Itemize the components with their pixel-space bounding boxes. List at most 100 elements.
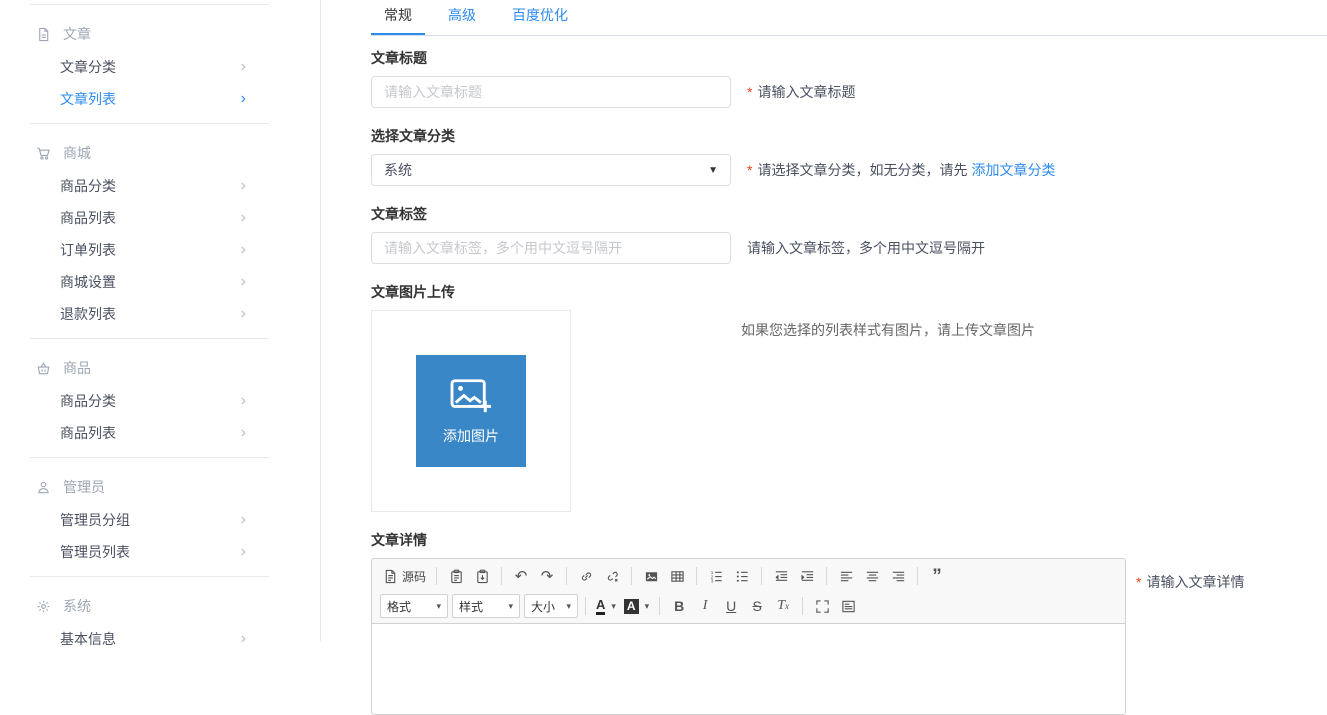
redo-button[interactable]: ↷ — [535, 564, 559, 588]
bulleted-list-button[interactable] — [730, 564, 754, 588]
article-category-hint: *请选择文章分类，如无分类，请先添加文章分类 — [747, 160, 1055, 180]
sidebar-section-mall: 商城 商品分类 › 商品列表 › 订单列表 › 商城设置 › 退款列表 › — [0, 124, 320, 338]
toolbar-separator — [802, 597, 803, 615]
caret-down-icon: ▾ — [611, 601, 616, 612]
toolbar-separator — [585, 597, 586, 615]
size-dropdown[interactable]: 大小 ▾ — [524, 594, 578, 618]
tab-baidu-seo[interactable]: 百度优化 — [499, 0, 581, 35]
chevron-right-icon: › — [241, 393, 246, 409]
basket-icon — [36, 361, 51, 376]
gear-icon — [36, 599, 51, 614]
show-blocks-button[interactable] — [836, 594, 860, 618]
indent-button[interactable] — [795, 564, 819, 588]
sidebar-section-admin: 管理员 管理员分组 › 管理员列表 › — [0, 458, 320, 576]
style-dropdown[interactable]: 样式 ▾ — [452, 594, 520, 618]
toolbar-separator — [659, 597, 660, 615]
chevron-right-icon: › — [241, 425, 246, 441]
image-upload-area[interactable]: 添加图片 — [371, 310, 571, 512]
required-asterisk: * — [747, 84, 752, 100]
background-color-button[interactable]: A ▾ — [621, 594, 652, 618]
toolbar-separator — [761, 567, 762, 585]
ordered-list-button[interactable]: 123 — [704, 564, 728, 588]
align-left-button[interactable] — [834, 564, 858, 588]
chevron-right-icon: › — [241, 274, 246, 290]
user-icon — [36, 480, 51, 495]
unlink-button[interactable] — [600, 564, 624, 588]
required-asterisk: * — [1136, 574, 1141, 590]
chevron-right-icon: › — [241, 210, 246, 226]
article-image-label: 文章图片上传 — [371, 282, 1327, 302]
sidebar-item-order-list[interactable]: 订单列表 › — [0, 234, 320, 266]
sidebar-section-system: 系统 基本信息 › — [0, 577, 320, 663]
insert-image-button[interactable] — [639, 564, 663, 588]
tab-general[interactable]: 常规 — [371, 0, 425, 35]
sidebar-item-product-list[interactable]: 商品列表 › — [0, 417, 320, 449]
toolbar-separator — [696, 567, 697, 585]
sidebar-item-article-category[interactable]: 文章分类 › — [0, 51, 320, 83]
chevron-right-icon: › — [241, 242, 246, 258]
italic-button[interactable]: I — [693, 594, 717, 618]
add-image-button[interactable]: 添加图片 — [416, 355, 526, 467]
sidebar-item-basic-info[interactable]: 基本信息 › — [0, 623, 320, 655]
category-select[interactable]: 系统 ▼ — [371, 154, 731, 186]
editor-toolbar-row-1: 源码 ↶ ↷ — [376, 561, 1121, 591]
sidebar-section-label: 系统 — [63, 596, 91, 616]
sidebar-section-article-header: 文章 — [0, 17, 320, 51]
sidebar-item-admin-list[interactable]: 管理员列表 › — [0, 536, 320, 568]
insert-table-button[interactable] — [665, 564, 689, 588]
remove-format-button[interactable]: Tx — [771, 594, 795, 618]
article-title-label: 文章标题 — [371, 48, 1327, 68]
sidebar-section-article: 文章 文章分类 › 文章列表 › — [0, 5, 320, 123]
align-center-button[interactable] — [860, 564, 884, 588]
toolbar-separator — [631, 567, 632, 585]
article-detail-label: 文章详情 — [371, 530, 1327, 550]
editor-toolbar-row-2: 格式 ▾ 样式 ▾ 大小 ▾ — [376, 591, 1121, 621]
sidebar-section-admin-header: 管理员 — [0, 470, 320, 504]
paste-from-word-button[interactable] — [470, 564, 494, 588]
undo-button[interactable]: ↶ — [509, 564, 533, 588]
article-title-input[interactable] — [371, 76, 731, 108]
source-code-button[interactable]: 源码 — [380, 564, 429, 588]
article-category-label: 选择文章分类 — [371, 126, 1327, 146]
sidebar-section-system-header: 系统 — [0, 589, 320, 623]
sidebar-item-article-list[interactable]: 文章列表 › — [0, 83, 320, 115]
underline-button[interactable]: U — [719, 594, 743, 618]
document-icon — [36, 27, 51, 42]
chevron-right-icon: › — [241, 91, 246, 107]
link-button[interactable] — [574, 564, 598, 588]
outdent-button[interactable] — [769, 564, 793, 588]
bold-button[interactable]: B — [667, 594, 691, 618]
chevron-right-icon: › — [241, 306, 246, 322]
maximize-button[interactable] — [810, 594, 834, 618]
align-right-button[interactable] — [886, 564, 910, 588]
caret-down-icon: ▾ — [645, 601, 650, 612]
sidebar-item-admin-group[interactable]: 管理员分组 › — [0, 504, 320, 536]
sidebar-item-product-category[interactable]: 商品分类 › — [0, 385, 320, 417]
sidebar-item-goods-category[interactable]: 商品分类 › — [0, 170, 320, 202]
text-color-button[interactable]: A ▾ — [593, 594, 619, 618]
strikethrough-button[interactable]: S — [745, 594, 769, 618]
sidebar-item-refund-list[interactable]: 退款列表 › — [0, 298, 320, 330]
article-tags-hint: 请输入文章标签，多个用中文逗号隔开 — [747, 238, 985, 258]
svg-text:3: 3 — [710, 578, 713, 583]
sidebar: 文章 文章分类 › 文章列表 › 商城 商品分类 › 商品列表 › 订单列表 › — [0, 0, 321, 641]
sidebar-item-mall-settings[interactable]: 商城设置 › — [0, 266, 320, 298]
sidebar-section-product-header: 商品 — [0, 351, 320, 385]
sidebar-section-label: 商品 — [63, 358, 91, 378]
sidebar-section-label: 管理员 — [63, 477, 105, 497]
format-dropdown[interactable]: 格式 ▾ — [380, 594, 448, 618]
tab-advanced[interactable]: 高级 — [435, 0, 489, 35]
article-form: 文章标题 *请输入文章标题 选择文章分类 系统 ▼ *请选择文章分类，如无分类，… — [371, 48, 1327, 715]
editor-content-area[interactable] — [372, 624, 1125, 714]
paste-button[interactable] — [444, 564, 468, 588]
select-arrow-icon: ▼ — [708, 165, 718, 176]
chevron-right-icon: › — [241, 512, 246, 528]
article-tags-input[interactable] — [371, 232, 731, 264]
add-category-link[interactable]: 添加文章分类 — [971, 162, 1055, 178]
article-image-hint: 如果您选择的列表样式有图片，请上传文章图片 — [741, 320, 1035, 340]
main-content: 常规 高级 百度优化 文章标题 *请输入文章标题 选择文章分类 系统 ▼ *请选… — [321, 0, 1327, 641]
required-asterisk: * — [747, 162, 752, 178]
article-title-hint: *请输入文章标题 — [747, 82, 855, 102]
sidebar-item-goods-list[interactable]: 商品列表 › — [0, 202, 320, 234]
blockquote-button[interactable]: ” — [925, 564, 949, 588]
